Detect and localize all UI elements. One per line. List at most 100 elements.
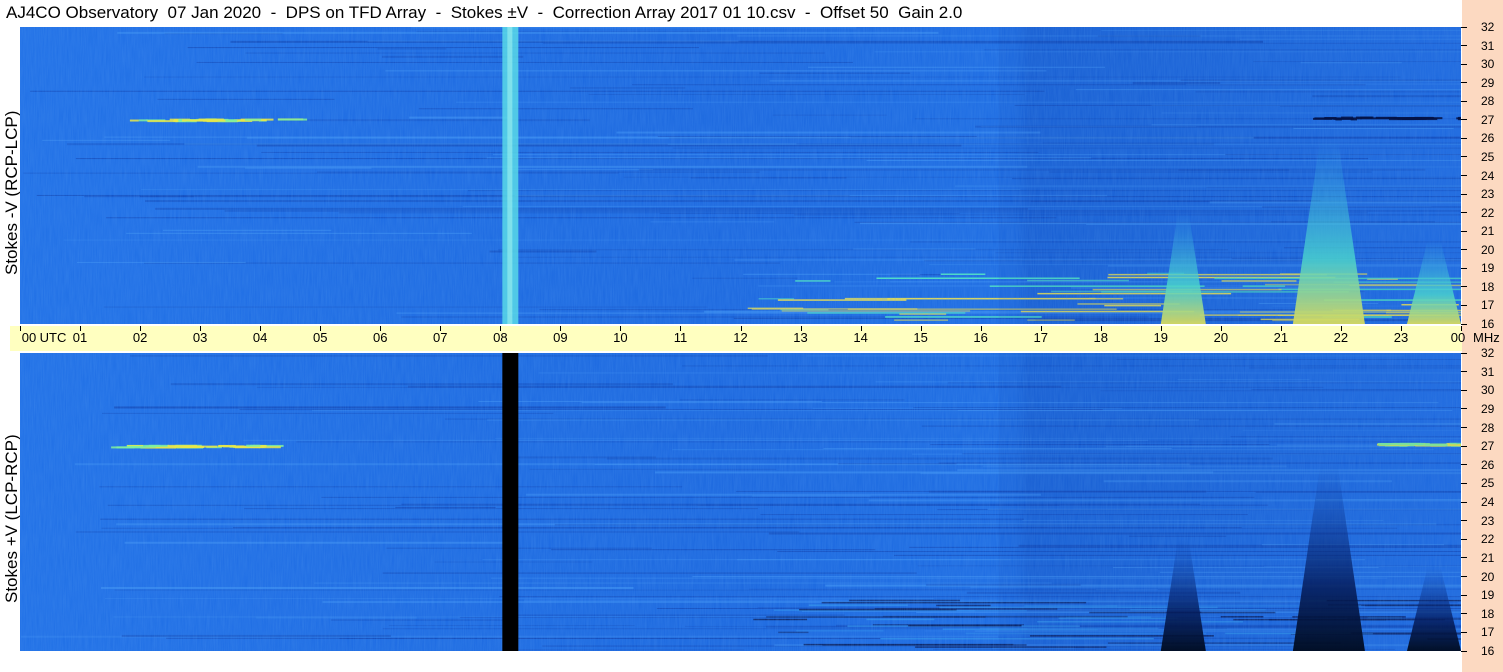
- time-tick-label: 07: [433, 330, 448, 345]
- time-tick-label: 20: [1213, 330, 1229, 345]
- frequency-tick-label: 23: [1481, 187, 1495, 202]
- frequency-tick: [1461, 520, 1467, 522]
- frequency-tick-label: 18: [1481, 606, 1495, 621]
- frequency-tick: [1461, 137, 1467, 139]
- frequency-tick: [1461, 175, 1467, 176]
- frequency-tick-label: 30: [1481, 383, 1495, 398]
- frequency-tick: [1461, 156, 1467, 158]
- frequency-tick-label: 29: [1481, 75, 1495, 90]
- frequency-tick: [1461, 26, 1467, 28]
- frequency-tick-label: 22: [1481, 205, 1495, 220]
- frequency-tick-label: 25: [1481, 476, 1495, 491]
- frequency-tick-label: 19: [1481, 588, 1495, 603]
- receiver-gap-band: [502, 353, 519, 651]
- frequency-tick-label: 20: [1481, 569, 1495, 584]
- frequency-tick-label: 22: [1481, 532, 1495, 547]
- time-unit-label: UTC: [39, 330, 67, 345]
- time-tick-label: 14: [853, 330, 868, 345]
- frequency-tick-label: 20: [1481, 242, 1495, 257]
- spectrogram-svg: [20, 27, 1461, 324]
- frequency-tick-label: 32: [1481, 346, 1495, 360]
- time-tick-label: 16: [973, 330, 988, 345]
- time-tick-label: 04: [252, 330, 268, 345]
- frequency-tick-label: 32: [1481, 20, 1495, 34]
- time-tick-label: 03: [192, 330, 208, 345]
- time-tick-label: 18: [1093, 330, 1108, 345]
- time-tick-label: 08: [493, 330, 508, 345]
- frequency-tick-label: 28: [1481, 94, 1495, 109]
- frequency-tick: [1461, 100, 1467, 102]
- frequency-tick: [1461, 230, 1467, 232]
- time-tick-label: 15: [913, 330, 928, 345]
- frequency-tick: [1461, 464, 1467, 466]
- spectrogram-bottom: [20, 353, 1461, 651]
- frequency-tick: [1461, 82, 1467, 84]
- frequency-tick: [1461, 631, 1467, 633]
- time-axis: 00 01 02 03 04 05 06 07 08 09 10 11 12 13 14 15 16 17 18 19…: [10, 326, 1500, 351]
- gain-step-region: [998, 353, 1461, 651]
- frequency-tick: [1461, 613, 1467, 615]
- frequency-tick-label: 16: [1481, 644, 1495, 658]
- time-tick-label: 10: [613, 330, 628, 345]
- frequency-tick: [1461, 482, 1467, 484]
- frequency-tick-label: 26: [1481, 131, 1495, 146]
- frequency-tick: [1461, 352, 1467, 354]
- frequency-tick-label: 17: [1481, 298, 1495, 313]
- frequency-tick: [1461, 557, 1467, 559]
- frequency-tick-label: 24: [1481, 168, 1495, 183]
- frequency-tick: [1461, 304, 1467, 306]
- frequency-unit-label: MHz: [1473, 330, 1500, 345]
- frequency-tick: [1461, 267, 1467, 269]
- frequency-tick-label: 19: [1481, 261, 1495, 276]
- time-tick-label: 06: [373, 330, 388, 345]
- frequency-tick-label: 28: [1481, 420, 1495, 435]
- frequency-tick: [1461, 119, 1467, 121]
- frequency-tick: [1461, 445, 1467, 447]
- time-tick-label: 01: [72, 330, 88, 345]
- narrowband-line-4: [111, 444, 284, 449]
- frequency-tick: [1461, 501, 1467, 503]
- y-axis-label-bottom: Stokes +V (LCP-RCP): [2, 434, 21, 603]
- frequency-tick: [1461, 63, 1467, 65]
- frequency-tick-label: 31: [1481, 364, 1495, 379]
- frequency-tick-label: 27: [1481, 439, 1495, 454]
- time-tick-label: 02: [132, 330, 148, 345]
- frequency-tick: [1461, 323, 1467, 325]
- time-tick-label: 13: [793, 330, 808, 345]
- frequency-tick: [1461, 193, 1467, 195]
- frequency-tick: [1461, 427, 1467, 428]
- spectrogram-svg: [20, 353, 1461, 651]
- frequency-tick: [1461, 538, 1467, 540]
- frequency-tick: [1461, 286, 1467, 288]
- time-tick-label: 05: [312, 330, 328, 345]
- time-tick-label: 11: [673, 330, 688, 345]
- time-tick-label: 00: [21, 330, 37, 345]
- frequency-tick-label: 17: [1481, 625, 1495, 640]
- frequency-tick: [1461, 594, 1467, 596]
- frequency-tick: [1461, 389, 1467, 391]
- frequency-tick-label: 16: [1481, 317, 1495, 331]
- frequency-tick-label: 29: [1481, 401, 1495, 416]
- frequency-tick-label: 30: [1481, 57, 1495, 72]
- frequency-tick-label: 23: [1481, 513, 1495, 528]
- time-tick-label: 23: [1393, 330, 1409, 345]
- frequency-tick-label: 27: [1481, 112, 1495, 127]
- time-tick-label: 21: [1273, 330, 1289, 345]
- frequency-tick-label: 21: [1481, 224, 1495, 239]
- frequency-tick-label: 18: [1481, 279, 1495, 294]
- frequency-tick-label: 25: [1481, 149, 1495, 164]
- frequency-tick-label: 26: [1481, 457, 1495, 472]
- time-tick-label: 19: [1153, 330, 1169, 345]
- frequency-tick-label: 21: [1481, 550, 1495, 565]
- time-tick-label: 09: [553, 330, 568, 345]
- spectrogram-top: [20, 27, 1461, 324]
- time-tick-label: 00: [1450, 330, 1466, 345]
- frequency-tick: [1461, 408, 1467, 410]
- frequency-tick: [1461, 371, 1467, 373]
- time-tick-label: 17: [1033, 330, 1048, 345]
- frequency-tick: [1461, 212, 1467, 214]
- frequency-tick: [1461, 45, 1467, 47]
- chart-title: AJ4CO Observatory 07 Jan 2020 - DPS on T…: [6, 3, 963, 22]
- frequency-tick: [1461, 650, 1467, 652]
- gain-step-region: [998, 27, 1461, 324]
